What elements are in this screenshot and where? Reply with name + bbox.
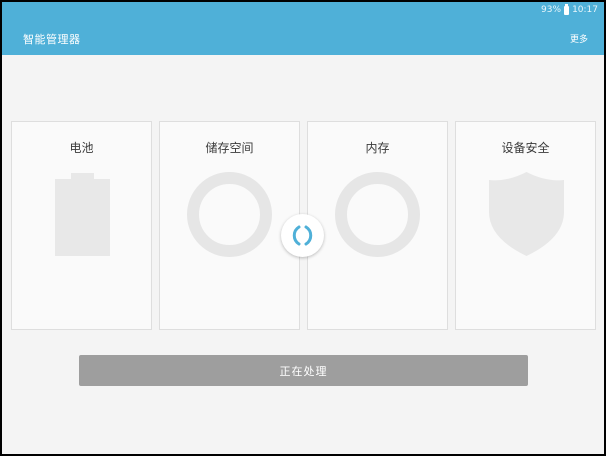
card-label: 设备安全 (501, 141, 550, 155)
card-label: 电池 (69, 141, 94, 155)
battery-icon (55, 173, 110, 256)
card-memory[interactable]: 内存 (307, 121, 448, 330)
shield-icon (489, 172, 564, 260)
loading-spinner-icon (281, 214, 324, 257)
more-button[interactable]: 更多 (570, 32, 588, 45)
card-label: 内存 (365, 141, 390, 155)
clock: 10:17 (572, 5, 598, 15)
storage-ring-icon (187, 172, 272, 257)
card-storage[interactable]: 储存空间 (159, 121, 300, 330)
status-bar: 93% 10:17 (2, 2, 604, 20)
card-label: 储存空间 (205, 141, 254, 155)
battery-cap (71, 173, 94, 179)
memory-ring-icon (335, 172, 420, 257)
battery-status-icon (564, 3, 570, 15)
app-title: 智能管理器 (23, 33, 81, 46)
app-bar: 智能管理器 更多 (2, 20, 604, 55)
card-battery[interactable]: 电池 (11, 121, 152, 330)
processing-button[interactable]: 正在处理 (79, 355, 528, 386)
battery-percent: 93% (541, 5, 562, 15)
card-device-security[interactable]: 设备安全 (455, 121, 596, 330)
screen: 93% 10:17 智能管理器 更多 电池 储存空间 内存 设备安全 正在处理 (2, 2, 604, 454)
status-indicators: 93% 10:17 (541, 3, 598, 15)
